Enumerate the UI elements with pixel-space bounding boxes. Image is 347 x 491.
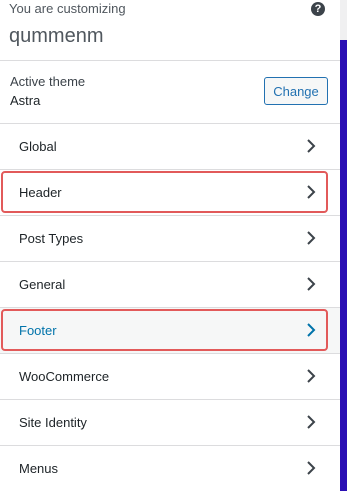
- menu-item-menus[interactable]: Menus: [0, 446, 340, 491]
- menu-item-label: Site Identity: [19, 415, 87, 430]
- menu-item-global[interactable]: Global: [0, 124, 340, 170]
- customizer-menu: Global Header Post Types General Footer …: [0, 124, 340, 491]
- header-subtitle: You are customizing: [9, 1, 126, 16]
- chevron-right-icon: [307, 185, 316, 199]
- right-edge-bar: [340, 40, 347, 491]
- chevron-right-icon: [307, 461, 316, 475]
- menu-item-label: WooCommerce: [19, 369, 110, 384]
- customizer-panel: You are customizing ? qummenm Active the…: [0, 0, 347, 491]
- menu-item-post-types[interactable]: Post Types: [0, 216, 340, 262]
- menu-item-woocommerce[interactable]: WooCommerce: [0, 354, 340, 400]
- chevron-right-icon: [307, 139, 316, 153]
- menu-item-general[interactable]: General: [0, 262, 340, 308]
- menu-item-header[interactable]: Header: [0, 170, 340, 216]
- chevron-right-icon: [307, 231, 316, 245]
- menu-item-footer[interactable]: Footer: [0, 308, 340, 354]
- help-icon[interactable]: ?: [311, 2, 325, 16]
- menu-item-label: Footer: [19, 323, 57, 338]
- menu-item-label: Global: [19, 139, 57, 154]
- change-theme-button[interactable]: Change: [264, 77, 328, 105]
- menu-item-label: Post Types: [19, 231, 84, 246]
- menu-item-label: General: [19, 277, 66, 292]
- chevron-right-icon: [307, 277, 316, 291]
- site-name: qummenm: [9, 25, 104, 47]
- active-theme-section: Active theme Astra Change: [0, 61, 340, 124]
- menu-item-label: Menus: [19, 461, 59, 476]
- chevron-right-icon: [307, 323, 316, 337]
- active-theme-label: Active theme: [10, 74, 86, 89]
- chevron-right-icon: [307, 415, 316, 429]
- menu-item-label: Header: [19, 185, 62, 200]
- active-theme-name: Astra: [10, 93, 41, 108]
- menu-item-site-identity[interactable]: Site Identity: [0, 400, 340, 446]
- customizer-header: You are customizing ? qummenm: [0, 0, 340, 61]
- chevron-right-icon: [307, 369, 316, 383]
